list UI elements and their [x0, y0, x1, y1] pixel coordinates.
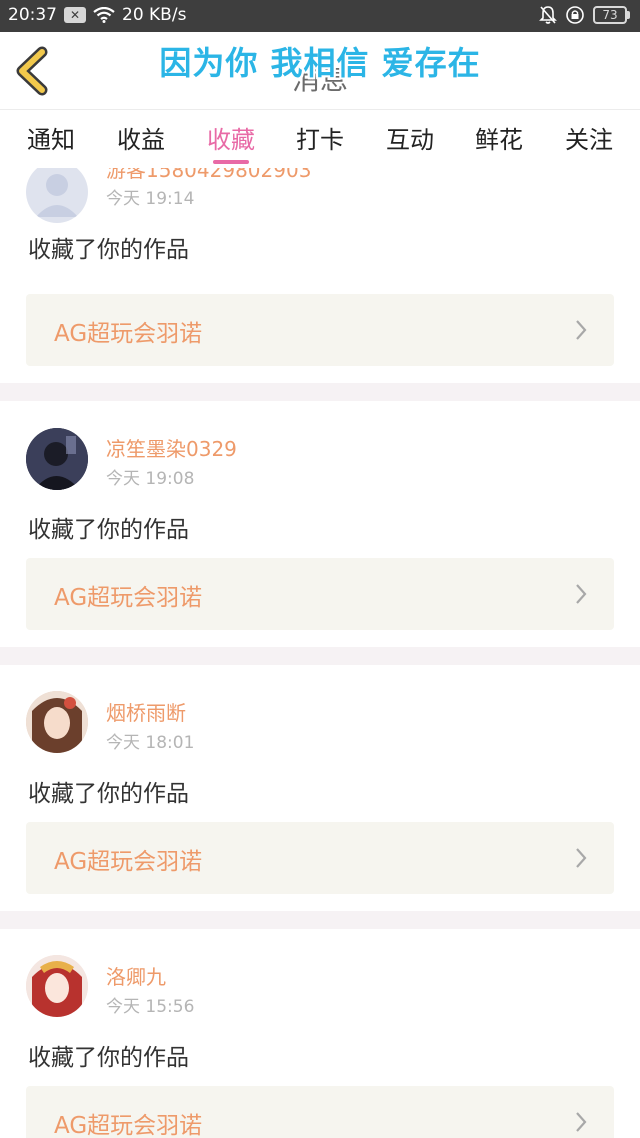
work-link[interactable]: AG超玩会羽诺: [26, 822, 614, 894]
tab-flowers[interactable]: 鲜花: [464, 120, 534, 155]
tab-bar: 通知 收益 收藏 打卡 互动 鲜花 关注: [0, 110, 640, 168]
chevron-right-icon: [576, 1112, 587, 1132]
avatar[interactable]: [26, 428, 88, 490]
photo-avatar-icon: [26, 428, 88, 490]
status-bar-left: 20:37 ✕ 20 KB/s: [8, 5, 186, 25]
timestamp: 今天 18:01: [106, 733, 195, 753]
action-text: 收藏了你的作品: [28, 517, 189, 543]
photo-avatar-icon: [26, 691, 88, 753]
tab-notifications[interactable]: 通知: [16, 120, 86, 155]
notification-feed[interactable]: 游客1580429802903 今天 19:14 收藏了你的作品 AG超玩会羽诺…: [0, 168, 640, 1138]
list-item: 洛卿九 今天 15:56 收藏了你的作品 AG超玩会羽诺: [0, 929, 640, 1138]
action-text: 收藏了你的作品: [28, 781, 189, 807]
card-separator: [0, 647, 640, 665]
chevron-right-icon: [576, 848, 587, 868]
work-title: AG超玩会羽诺: [54, 1113, 203, 1138]
lock-rotation-icon: [566, 6, 584, 24]
default-avatar-icon: [36, 174, 78, 217]
tab-interactions[interactable]: 互动: [375, 120, 445, 155]
network-speed: 20 KB/s: [122, 5, 187, 25]
action-text: 收藏了你的作品: [28, 1045, 189, 1071]
work-title: AG超玩会羽诺: [54, 321, 203, 347]
close-box-icon: ✕: [64, 7, 86, 23]
timestamp: 今天 15:56: [106, 997, 195, 1017]
list-item: 烟桥雨断 今天 18:01 收藏了你的作品 AG超玩会羽诺: [0, 665, 640, 911]
work-title: AG超玩会羽诺: [54, 585, 203, 611]
avatar[interactable]: [26, 955, 88, 1017]
list-item: 凉笙墨染0329 今天 19:08 收藏了你的作品 AG超玩会羽诺: [0, 401, 640, 647]
tab-following[interactable]: 关注: [554, 120, 624, 155]
avatar[interactable]: [26, 168, 88, 223]
username[interactable]: 游客1580429802903: [106, 168, 311, 183]
username[interactable]: 凉笙墨染0329: [106, 433, 237, 462]
wifi-icon: [93, 7, 115, 23]
card-separator: [0, 383, 640, 401]
bell-muted-icon: [539, 6, 557, 24]
chevron-right-icon: [576, 320, 587, 340]
status-bar-right: 73: [539, 5, 630, 25]
overlay-caption: 因为你 我相信 爱存在: [159, 44, 481, 82]
tab-favorites[interactable]: 收藏: [196, 120, 266, 155]
photo-avatar-icon: [26, 955, 88, 1017]
battery-icon: 73: [593, 6, 630, 24]
tab-earnings[interactable]: 收益: [106, 120, 176, 155]
tab-checkin[interactable]: 打卡: [285, 120, 355, 155]
work-title: AG超玩会羽诺: [54, 849, 203, 875]
status-bar: 20:37 ✕ 20 KB/s 73: [0, 0, 640, 32]
work-link[interactable]: AG超玩会羽诺: [26, 294, 614, 366]
username[interactable]: 洛卿九: [106, 961, 166, 990]
list-item: 游客1580429802903 今天 19:14 收藏了你的作品 AG超玩会羽诺: [0, 168, 640, 397]
action-text: 收藏了你的作品: [28, 237, 189, 263]
username[interactable]: 烟桥雨断: [106, 697, 186, 726]
work-link[interactable]: AG超玩会羽诺: [26, 558, 614, 630]
avatar[interactable]: [26, 691, 88, 753]
timestamp: 今天 19:08: [106, 469, 195, 489]
timestamp: 今天 19:14: [106, 189, 195, 209]
work-link[interactable]: AG超玩会羽诺: [26, 1086, 614, 1138]
status-time: 20:37: [8, 5, 57, 25]
chevron-right-icon: [576, 584, 587, 604]
card-separator: [0, 911, 640, 929]
battery-tip: [627, 11, 630, 19]
header: 消息 因为你 我相信 爱存在: [0, 32, 640, 110]
battery-level: 73: [593, 6, 627, 24]
active-tab-indicator: [213, 160, 249, 164]
